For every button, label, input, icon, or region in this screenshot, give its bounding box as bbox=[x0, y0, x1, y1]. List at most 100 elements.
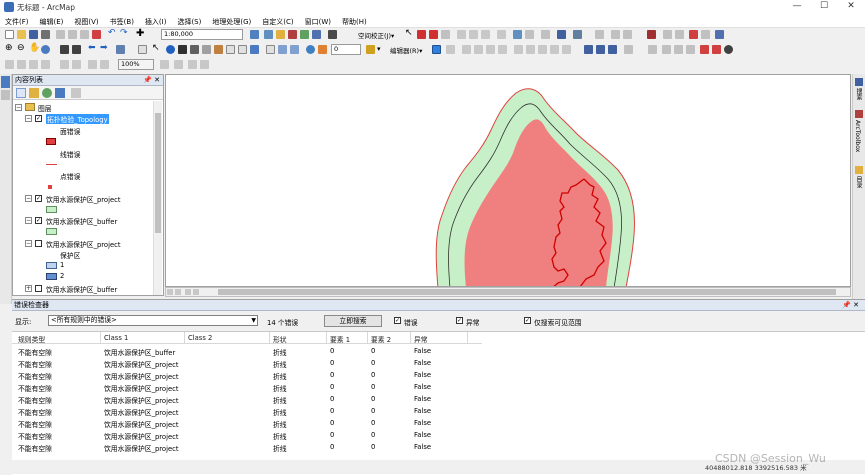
preview-icon[interactable] bbox=[497, 30, 506, 39]
georef-2-icon[interactable] bbox=[663, 30, 672, 39]
georef-3-icon[interactable] bbox=[675, 30, 684, 39]
col-feature2[interactable]: 要素 2 bbox=[371, 334, 391, 344]
model-builder-icon[interactable] bbox=[312, 30, 321, 39]
layout-back-icon[interactable] bbox=[88, 60, 97, 69]
expand-buffer-icon[interactable]: − bbox=[25, 217, 32, 224]
refresh-view-icon[interactable] bbox=[185, 289, 191, 295]
spatial-adjust-menu[interactable]: 空间校正(J)▾ bbox=[358, 30, 394, 40]
catalog-tab-icon[interactable] bbox=[855, 166, 863, 174]
table-row[interactable]: 不能有空隙 饮用水源保护区_project 折线 0 0 False bbox=[12, 381, 482, 393]
edit-tool-icon[interactable] bbox=[432, 45, 441, 54]
layout-3-icon[interactable] bbox=[623, 30, 632, 39]
topology-edit-3-icon[interactable] bbox=[686, 45, 695, 54]
col-shape[interactable]: 形状 bbox=[273, 334, 287, 344]
menu-file[interactable]: 文件(F) bbox=[0, 14, 35, 27]
search-tab-icon[interactable] bbox=[855, 78, 863, 86]
list-by-visibility-icon[interactable] bbox=[42, 88, 52, 98]
error-inspector-icon[interactable] bbox=[724, 45, 733, 54]
rotate-icon[interactable] bbox=[562, 45, 571, 54]
focus-data-frame-icon[interactable] bbox=[174, 60, 183, 69]
new-displacement-link-icon[interactable] bbox=[417, 30, 426, 39]
hyperlink-icon[interactable] bbox=[226, 45, 235, 54]
table-row[interactable]: 不能有空隙 饮用水源保护区_project 折线 0 0 False bbox=[12, 357, 482, 369]
topology-layer-label[interactable]: 拓扑检验_Topology bbox=[46, 114, 109, 124]
table-row[interactable]: 不能有空隙 饮用水源保护区_project 折线 0 0 False bbox=[12, 417, 482, 429]
visible-extent-checkbox[interactable]: ✓ bbox=[524, 317, 531, 324]
project2-layer-label[interactable]: 饮用水源保护区_project bbox=[46, 239, 121, 249]
cut-icon[interactable] bbox=[56, 30, 65, 39]
edit-vertices-icon[interactable] bbox=[514, 45, 523, 54]
layout-zoom-combo[interactable]: 100% bbox=[118, 59, 154, 70]
topology-edit-2-icon[interactable] bbox=[674, 45, 683, 54]
errors-checkbox[interactable]: ✓ bbox=[394, 317, 401, 324]
editor-toolbar-icon[interactable] bbox=[250, 30, 259, 39]
validate-topology-icon[interactable] bbox=[700, 45, 709, 54]
change-layout-icon[interactable] bbox=[188, 60, 197, 69]
grid-view-icon[interactable] bbox=[573, 30, 582, 39]
clear-selection-icon[interactable] bbox=[138, 45, 147, 54]
minimize-button[interactable]: — bbox=[783, 0, 811, 14]
layout-fixed-in-icon[interactable] bbox=[60, 60, 69, 69]
table-row[interactable]: 不能有空隙 饮用水源保护区_buffer 折线 0 0 False bbox=[12, 345, 482, 357]
col-class2[interactable]: Class 2 bbox=[188, 334, 212, 342]
snap-icon[interactable] bbox=[541, 30, 550, 39]
expand-project-icon[interactable]: − bbox=[25, 195, 32, 202]
menu-customize[interactable]: 自定义(C) bbox=[257, 14, 299, 27]
table-icon[interactable] bbox=[557, 30, 566, 39]
trace-icon[interactable] bbox=[486, 45, 495, 54]
close-button[interactable]: ✕ bbox=[837, 0, 865, 14]
save-icon[interactable] bbox=[29, 30, 38, 39]
editor-menu[interactable]: 编辑器(R)▾ bbox=[390, 45, 422, 55]
catalog-icon[interactable] bbox=[276, 30, 285, 39]
multi-link-icon[interactable] bbox=[441, 30, 450, 39]
scale-combo[interactable]: 1:80,000 bbox=[161, 29, 243, 40]
select-features-icon[interactable] bbox=[116, 45, 125, 54]
table-row[interactable]: 不能有空隙 饮用水源保护区_project 折线 0 0 False bbox=[12, 393, 482, 405]
transparency-combo[interactable]: 0 bbox=[331, 44, 361, 55]
catalog-tab[interactable]: 目录 bbox=[854, 176, 863, 188]
list-by-drawing-order-icon[interactable] bbox=[16, 88, 26, 98]
new-icon[interactable] bbox=[5, 30, 14, 39]
list-by-selection-icon[interactable] bbox=[55, 88, 65, 98]
expand-project2-icon[interactable]: − bbox=[25, 240, 32, 247]
zoom-whole-page-icon[interactable] bbox=[41, 60, 50, 69]
print-icon[interactable] bbox=[41, 30, 50, 39]
layout-pan-icon[interactable] bbox=[29, 60, 38, 69]
redo-icon[interactable]: ↷ bbox=[120, 29, 129, 39]
help-icon[interactable] bbox=[328, 30, 337, 39]
topology-3-icon[interactable] bbox=[715, 30, 724, 39]
topology-icon[interactable] bbox=[689, 30, 698, 39]
layout-forward-icon[interactable] bbox=[100, 60, 109, 69]
menu-edit[interactable]: 编辑(E) bbox=[35, 14, 70, 27]
add-data-icon[interactable]: ✚ bbox=[136, 29, 145, 39]
error-inspector-pin-close-button[interactable]: 📌 ✕ bbox=[842, 300, 859, 310]
effects-icon[interactable] bbox=[306, 45, 315, 54]
go-to-xy-icon[interactable] bbox=[202, 45, 211, 54]
map-scroll-thumb[interactable] bbox=[218, 289, 836, 295]
zoom-in-icon[interactable]: ⊕ bbox=[5, 44, 14, 54]
table-row[interactable]: 不能有空隙 饮用水源保护区_project 折线 0 0 False bbox=[12, 429, 482, 441]
expand-buffer2-icon[interactable]: + bbox=[25, 285, 32, 292]
menu-view[interactable]: 视图(V) bbox=[69, 14, 104, 27]
menu-help[interactable]: 帮助(H) bbox=[337, 14, 373, 27]
search-now-button[interactable]: 立即搜索 bbox=[324, 315, 382, 327]
col-feature1[interactable]: 要素 1 bbox=[330, 334, 350, 344]
select-arrow-icon[interactable]: ↖ bbox=[405, 29, 414, 39]
project-checkbox[interactable]: ✓ bbox=[35, 195, 42, 202]
buffer2-layer-label[interactable]: 饮用水源保护区_buffer bbox=[46, 284, 117, 294]
buffer-layer-label[interactable]: 饮用水源保护区_buffer bbox=[46, 216, 117, 226]
fixed-zoom-in-icon[interactable] bbox=[60, 45, 69, 54]
exceptions-checkbox[interactable]: ✓ bbox=[456, 317, 463, 324]
endpoint-arc-icon[interactable] bbox=[474, 45, 483, 54]
edit-annotation-icon[interactable] bbox=[446, 45, 455, 54]
toggle-draft-icon[interactable] bbox=[160, 60, 169, 69]
dropdown-arrow-icon[interactable]: ▾ bbox=[377, 45, 386, 54]
georef-icon[interactable] bbox=[647, 30, 656, 39]
show-shared-features-icon[interactable] bbox=[662, 45, 671, 54]
map-view[interactable] bbox=[165, 74, 851, 287]
grid-tool-2-icon[interactable] bbox=[469, 30, 478, 39]
layout-icon[interactable] bbox=[595, 30, 604, 39]
col-rule-type[interactable]: 规则类型 bbox=[18, 334, 45, 344]
layout-fixed-out-icon[interactable] bbox=[72, 60, 81, 69]
layer-icon[interactable] bbox=[1, 76, 10, 88]
